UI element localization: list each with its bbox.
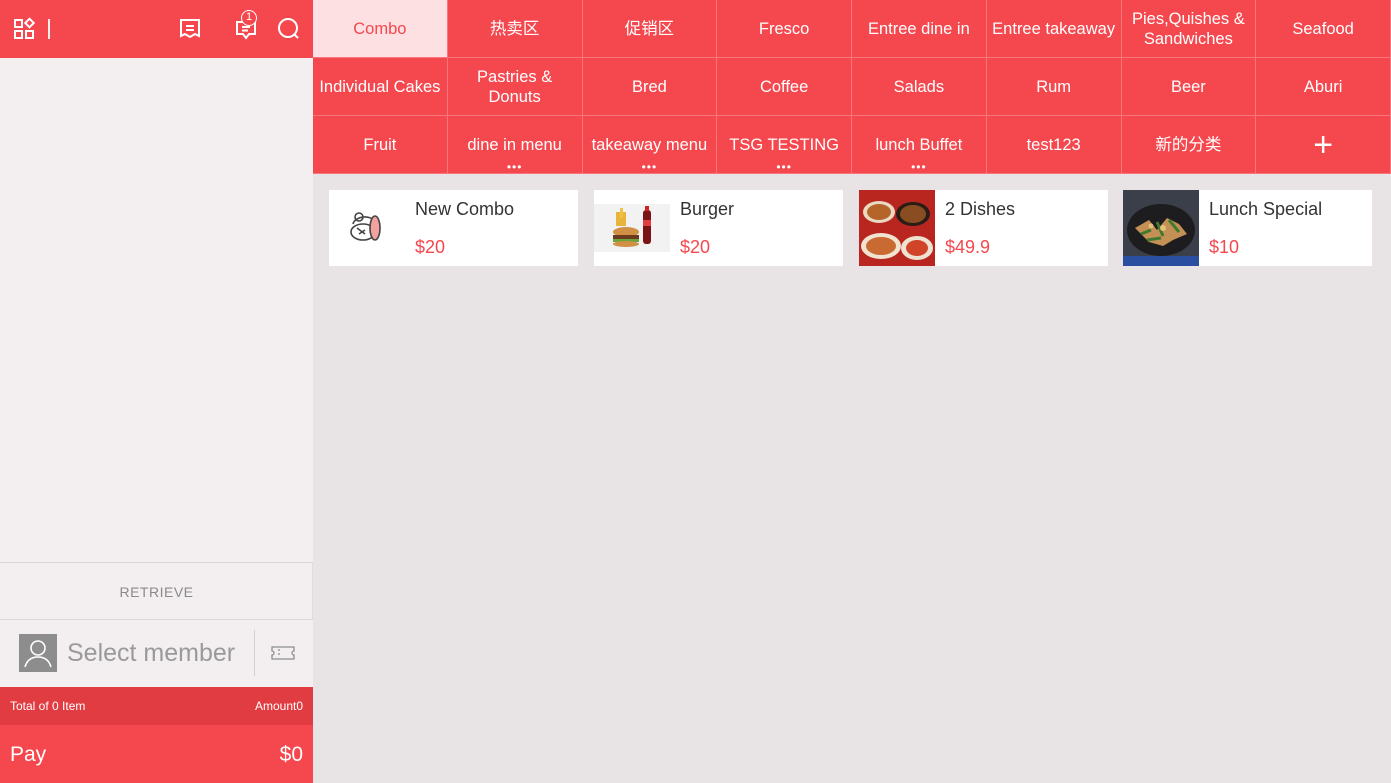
product-price: $20 — [415, 237, 446, 257]
category-tab-label: Fruit — [363, 135, 397, 154]
category-tab[interactable]: Coffee — [717, 58, 852, 116]
more-subcategories-indicator: ••• — [776, 160, 792, 174]
category-tab-label: 促销区 — [624, 19, 675, 38]
category-tab-label: Individual Cakes — [319, 77, 441, 96]
coupon-icon[interactable] — [270, 642, 296, 664]
category-tab-label: Pies,Quishes & Sandwiches — [1131, 9, 1245, 48]
category-tab[interactable]: Entree dine in — [852, 0, 987, 58]
add-category-button[interactable]: + — [1256, 116, 1391, 174]
product-card[interactable]: 2 Dishes $49.9 — [859, 190, 1108, 266]
product-card[interactable]: New Combo $20 — [329, 190, 578, 266]
order-toolbar: 1 — [0, 0, 313, 58]
more-subcategories-indicator: ••• — [506, 160, 523, 174]
category-tab[interactable]: Seafood — [1256, 0, 1391, 58]
category-tab[interactable]: Pies,Quishes & Sandwiches — [1121, 0, 1257, 58]
category-tab-label: Seafood — [1292, 19, 1354, 38]
category-tab[interactable]: Fruit — [313, 116, 448, 174]
product-name: 2 Dishes — [945, 199, 1016, 219]
search-icon[interactable] — [276, 16, 302, 42]
order-panel: 1 RETRIEVE Select member Total of 0 Item… — [0, 0, 313, 783]
total-amount: Amount0 — [254, 699, 303, 713]
pay-label: Pay — [10, 743, 47, 766]
product-card[interactable]: Burger $20 — [594, 190, 843, 266]
dishes-photo — [859, 190, 935, 266]
category-tab-label: Bred — [631, 77, 667, 96]
category-tab[interactable]: Rum — [986, 58, 1122, 116]
category-tab[interactable]: Salads — [852, 58, 987, 116]
category-tab-label: Entree takeaway — [992, 19, 1116, 38]
category-tab-label: Salads — [893, 77, 945, 96]
more-subcategories-indicator: ••• — [641, 160, 658, 174]
category-tab-label: dine in menu — [467, 135, 562, 154]
order-list-icon[interactable] — [177, 16, 203, 42]
category-tab-label: 热卖区 — [489, 19, 540, 38]
category-tab[interactable]: Fresco — [717, 0, 852, 58]
category-tab[interactable]: lunch Buffet ••• — [852, 116, 987, 174]
burger-photo — [594, 204, 670, 252]
category-tab-label: Rum — [1036, 77, 1072, 96]
category-tab[interactable]: Aburi — [1256, 58, 1391, 116]
category-tab-label: Fresco — [758, 19, 810, 38]
retrieve-button[interactable]: RETRIEVE — [0, 562, 313, 620]
notification-badge: 1 — [241, 10, 257, 26]
category-tab-label: Beer — [1170, 77, 1206, 96]
category-tab-label: Pastries & Donuts — [477, 67, 553, 106]
category-tab[interactable]: Beer — [1121, 58, 1257, 116]
category-tab[interactable]: Entree takeaway — [986, 0, 1122, 58]
product-price: $10 — [1209, 237, 1240, 257]
category-tab-label: Aburi — [1303, 77, 1343, 96]
category-tab[interactable]: 新的分类 — [1121, 116, 1257, 174]
category-tab[interactable]: Individual Cakes — [313, 58, 448, 116]
category-tab-label: Entree dine in — [867, 19, 970, 38]
category-tab[interactable]: Pastries & Donuts — [447, 58, 583, 116]
category-tab[interactable]: test123 — [986, 116, 1122, 174]
total-items-count: Total of 0 Item — [10, 699, 86, 713]
category-tab[interactable]: TSG TESTING ••• — [717, 116, 852, 174]
order-items-area — [0, 58, 313, 562]
select-member-label[interactable]: Select member — [67, 639, 235, 668]
category-tab-label: TSG TESTING — [729, 135, 839, 154]
product-name: Burger — [680, 199, 735, 219]
category-tabs: Combo 热卖区 促销区 Fresco Entree dine in Entree ta… — [313, 0, 1391, 174]
product-price: $49.9 — [945, 237, 991, 257]
category-tab-label: lunch Buffet — [875, 135, 963, 154]
pay-button[interactable]: Pay $0 — [0, 725, 313, 783]
more-subcategories-indicator: ••• — [911, 160, 927, 174]
order-totals-bar: Total of 0 Item Amount0 — [0, 687, 313, 725]
category-tab[interactable]: Bred — [582, 58, 718, 116]
category-tab[interactable]: dine in menu ••• — [447, 116, 583, 174]
product-name: Lunch Special — [1209, 199, 1323, 219]
pay-amount: $0 — [279, 743, 303, 766]
product-name: New Combo — [415, 199, 515, 219]
category-tab-label: Coffee — [759, 77, 809, 96]
toolbar-divider — [48, 19, 50, 39]
category-tab[interactable]: takeaway menu ••• — [582, 116, 718, 174]
category-tab-label: test123 — [1026, 135, 1081, 154]
member-divider — [254, 630, 255, 676]
category-tab[interactable]: 促销区 — [582, 0, 718, 58]
category-tab[interactable]: Combo — [313, 0, 448, 58]
member-avatar-icon — [19, 634, 57, 672]
lunch-special-photo — [1123, 190, 1199, 266]
apps-grid-icon[interactable] — [12, 16, 38, 42]
category-tab-label: takeaway menu — [591, 135, 708, 154]
member-selector[interactable]: Select member — [0, 620, 313, 687]
category-tab[interactable]: 热卖区 — [447, 0, 583, 58]
category-tab-label: 新的分类 — [1155, 135, 1222, 154]
product-price: $20 — [680, 237, 711, 257]
combo-placeholder-icon — [329, 190, 405, 266]
product-card[interactable]: Lunch Special $10 — [1123, 190, 1372, 266]
category-tab-label: Combo — [353, 19, 407, 38]
